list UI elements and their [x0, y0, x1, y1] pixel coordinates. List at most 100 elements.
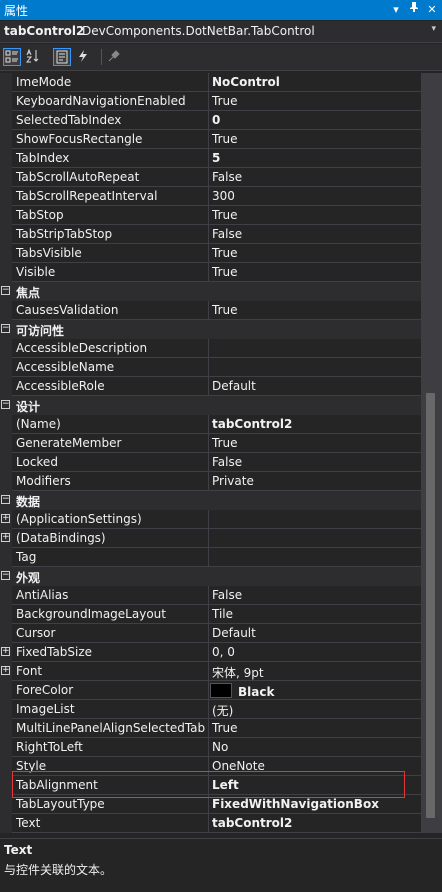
property-value[interactable]: Private [212, 474, 254, 488]
property-row[interactable]: RightToLeft No [0, 738, 421, 757]
property-value[interactable]: Black [210, 683, 274, 699]
properties-icon[interactable] [53, 48, 71, 66]
property-row[interactable]: MultiLinePanelAlignSelectedTab True [0, 719, 421, 738]
column-divider [208, 225, 209, 244]
property-row[interactable]: + (ApplicationSettings) [0, 510, 421, 529]
property-row[interactable]: + Font 宋体, 9pt [0, 662, 421, 681]
property-row[interactable]: TabStripTabStop False [0, 225, 421, 244]
property-value[interactable]: tabControl2 [212, 816, 292, 830]
property-row[interactable]: AccessibleName [0, 358, 421, 377]
property-value[interactable]: Default [212, 626, 256, 640]
property-row[interactable]: Modifiers Private [0, 472, 421, 491]
row-divider [12, 832, 421, 833]
expand-icon[interactable]: + [1, 666, 10, 675]
property-row[interactable]: TabLayoutType FixedWithNavigationBox [0, 795, 421, 814]
property-value[interactable]: False [212, 227, 242, 241]
property-value[interactable]: tabControl2 [212, 417, 292, 431]
property-row[interactable]: AccessibleRole Default [0, 377, 421, 396]
property-row[interactable]: + FixedTabSize 0, 0 [0, 643, 421, 662]
property-value[interactable]: No [212, 740, 228, 754]
category-row[interactable]: − 焦点 [0, 282, 421, 301]
property-row[interactable]: Tag [0, 548, 421, 567]
property-value[interactable]: 0 [212, 113, 220, 127]
property-row[interactable]: ImageList (无) [0, 700, 421, 719]
scrollbar-thumb[interactable] [426, 393, 435, 818]
property-row[interactable]: TabScrollRepeatInterval 300 [0, 187, 421, 206]
property-name: ShowFocusRectangle [16, 132, 143, 146]
collapse-icon[interactable]: − [1, 286, 10, 295]
property-row[interactable]: Cursor Default [0, 624, 421, 643]
vertical-scrollbar[interactable] [421, 73, 442, 833]
property-value[interactable]: False [212, 170, 242, 184]
column-divider [208, 510, 209, 529]
property-value[interactable]: 300 [212, 189, 235, 203]
property-value[interactable]: True [212, 436, 238, 450]
property-row[interactable]: TabIndex 5 [0, 149, 421, 168]
property-row[interactable]: Style OneNote [0, 757, 421, 776]
property-value[interactable]: NoControl [212, 75, 280, 89]
property-row[interactable]: AccessibleDescription [0, 339, 421, 358]
property-row[interactable]: AntiAlias False [0, 586, 421, 605]
row-gutter [0, 795, 12, 814]
categorized-icon[interactable] [3, 48, 21, 66]
object-selector[interactable]: tabControl2 DevComponents.DotNetBar.TabC… [0, 21, 442, 43]
property-value[interactable]: True [212, 208, 238, 222]
property-row[interactable]: ForeColor Black [0, 681, 421, 700]
property-value[interactable]: False [212, 588, 242, 602]
expand-icon[interactable]: + [1, 647, 10, 656]
window-dropdown-icon[interactable]: ▾ [388, 1, 404, 18]
property-value[interactable]: FixedWithNavigationBox [212, 797, 379, 811]
window-titlebar: 属性 ▾ ✕ [0, 0, 442, 20]
property-row[interactable]: GenerateMember True [0, 434, 421, 453]
category-row[interactable]: − 数据 [0, 491, 421, 510]
property-row[interactable]: Text tabControl2 [0, 814, 421, 833]
category-row[interactable]: − 可访问性 [0, 320, 421, 339]
alphabetical-icon[interactable] [25, 48, 43, 66]
property-value[interactable]: 0, 0 [212, 645, 235, 659]
property-row[interactable]: Visible True [0, 263, 421, 282]
property-value[interactable]: OneNote [212, 759, 265, 773]
property-row[interactable]: TabScrollAutoRepeat False [0, 168, 421, 187]
chevron-down-icon[interactable]: ▾ [431, 24, 436, 34]
property-row[interactable]: Locked False [0, 453, 421, 472]
property-row[interactable]: TabsVisible True [0, 244, 421, 263]
property-value[interactable]: 宋体, 9pt [212, 664, 264, 681]
expand-icon[interactable]: + [1, 533, 10, 542]
property-row[interactable]: KeyboardNavigationEnabled True [0, 92, 421, 111]
property-value[interactable]: True [212, 721, 238, 735]
property-value[interactable]: True [212, 132, 238, 146]
property-row[interactable]: SelectedTabIndex 0 [0, 111, 421, 130]
collapse-icon[interactable]: − [1, 495, 10, 504]
property-value[interactable]: (无) [212, 702, 233, 719]
property-value[interactable]: 5 [212, 151, 220, 165]
property-row[interactable]: (Name) tabControl2 [0, 415, 421, 434]
property-row[interactable]: + (DataBindings) [0, 529, 421, 548]
property-value[interactable]: False [212, 455, 242, 469]
collapse-icon[interactable]: − [1, 571, 10, 580]
property-row[interactable]: CausesValidation True [0, 301, 421, 320]
column-divider [208, 434, 209, 453]
property-row[interactable]: TabStop True [0, 206, 421, 225]
property-row[interactable]: TabAlignment Left [0, 776, 421, 795]
expand-icon[interactable]: + [1, 514, 10, 523]
collapse-icon[interactable]: − [1, 324, 10, 333]
property-row[interactable]: ImeMode NoControl [0, 73, 421, 92]
property-pages-icon[interactable] [106, 48, 124, 66]
pin-icon[interactable] [406, 1, 422, 18]
property-value[interactable]: True [212, 303, 238, 317]
property-value[interactable]: Tile [212, 607, 233, 621]
property-value[interactable]: True [212, 94, 238, 108]
collapse-icon[interactable]: − [1, 400, 10, 409]
property-row[interactable]: BackgroundImageLayout Tile [0, 605, 421, 624]
property-value[interactable]: True [212, 246, 238, 260]
property-row[interactable]: ShowFocusRectangle True [0, 130, 421, 149]
close-icon[interactable]: ✕ [424, 1, 440, 18]
property-value[interactable]: Default [212, 379, 256, 393]
category-row[interactable]: − 设计 [0, 396, 421, 415]
property-value-text: Left [212, 778, 239, 792]
category-row[interactable]: − 外观 [0, 567, 421, 586]
property-value-text: 0 [212, 113, 221, 127]
property-value[interactable]: True [212, 265, 238, 279]
events-icon[interactable] [75, 48, 93, 66]
property-value[interactable]: Left [212, 778, 239, 792]
